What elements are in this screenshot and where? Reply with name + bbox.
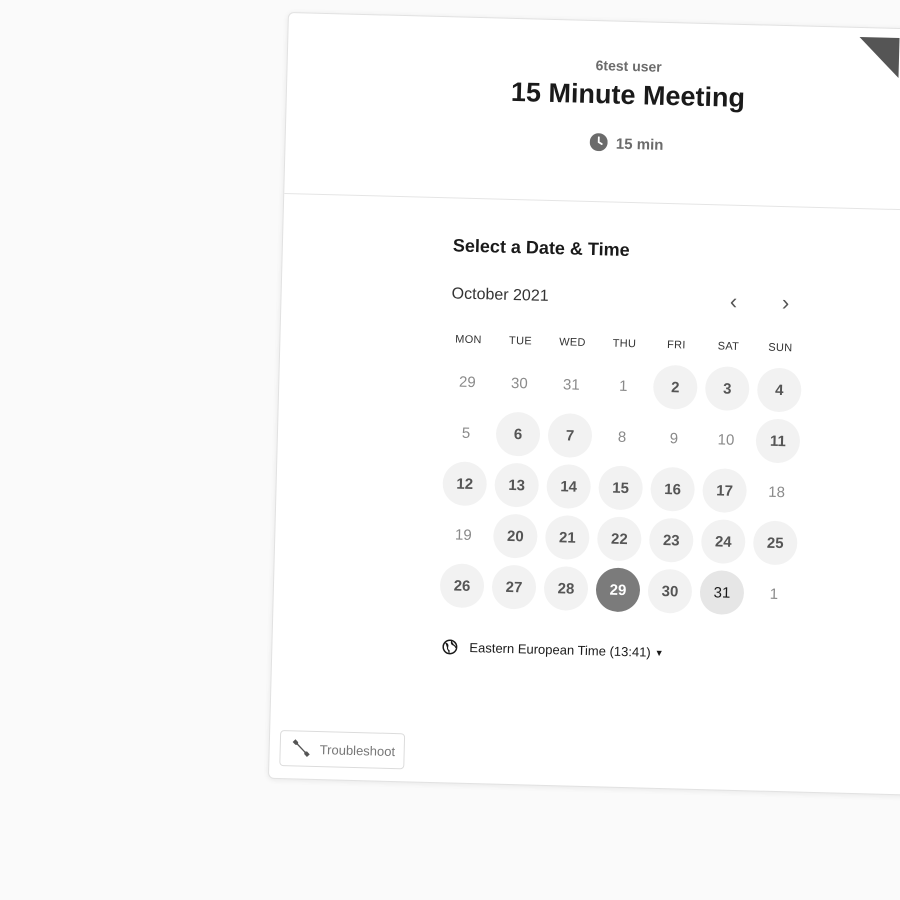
calendar-grid: 29 30 31 1 2 3 4 5 6 7 8 9 10 11 12 13 14 15 16 17 18 19 20 21 2… xyxy=(435,359,806,623)
unavailable-day: 19 xyxy=(454,526,472,544)
calendar-cell: 28 xyxy=(539,565,592,618)
calendar-cell: 3 xyxy=(701,366,754,418)
calendar-cell: 19 xyxy=(437,512,490,564)
available-day[interactable]: 23 xyxy=(648,517,694,563)
available-day[interactable]: 21 xyxy=(544,514,590,561)
calendar-cell: 9 xyxy=(647,416,700,468)
clock-icon xyxy=(589,133,608,152)
prev-month-button[interactable]: ‹ xyxy=(718,286,749,317)
weekday-label: SAT xyxy=(717,340,740,353)
available-day[interactable]: 22 xyxy=(596,516,642,562)
unavailable-day: 30 xyxy=(510,374,528,392)
weekday-header: MON TUE WED THU FRI SAT SUN xyxy=(442,333,806,355)
unavailable-day: 29 xyxy=(458,373,476,391)
weekday-label: FRI xyxy=(666,339,686,352)
available-day[interactable]: 30 xyxy=(647,568,693,614)
duration-label: 15 min xyxy=(615,135,664,154)
calendar-cell: 24 xyxy=(697,519,750,571)
next-month-button[interactable]: › xyxy=(770,288,801,319)
calendar-cell: 22 xyxy=(593,516,646,568)
calendar-cell: 20 xyxy=(489,513,542,565)
calendar-cell: 31 xyxy=(545,362,598,414)
calendar-cell: 30 xyxy=(643,568,696,621)
calendar-cell: 17 xyxy=(698,468,751,520)
calendar-cell: 10 xyxy=(699,417,752,469)
wrench-icon xyxy=(292,739,310,758)
available-day[interactable]: 28 xyxy=(543,565,589,612)
calendar-cell: 1 xyxy=(747,571,800,623)
available-day[interactable]: 20 xyxy=(492,513,538,559)
available-day[interactable]: 27 xyxy=(491,564,537,610)
unavailable-day: 31 xyxy=(562,375,580,394)
available-day[interactable]: 3 xyxy=(704,366,750,412)
unavailable-day: 1 xyxy=(618,377,628,395)
selected-day[interactable]: 29 xyxy=(595,567,641,613)
weekday-label: THU xyxy=(612,337,637,351)
available-day[interactable]: 16 xyxy=(650,466,696,512)
timezone-label: Eastern European Time (13:41) xyxy=(469,639,651,660)
troubleshoot-label: Troubleshoot xyxy=(319,741,396,759)
calendar-cell: 23 xyxy=(645,517,698,570)
chevron-down-icon: ▼ xyxy=(654,647,664,658)
event-header: 6test user 15 Minute Meeting 15 min xyxy=(284,13,900,212)
calendar-cell: 31 xyxy=(695,569,748,622)
weekday-label: SUN xyxy=(768,341,793,355)
unavailable-day: 10 xyxy=(717,430,735,449)
unavailable-day: 5 xyxy=(461,424,471,442)
calendar-cell: 29 xyxy=(441,359,494,411)
weekday-label: MON xyxy=(455,333,482,347)
available-day[interactable]: 4 xyxy=(756,367,802,413)
calendar-cell: 30 xyxy=(493,361,546,413)
calendar-cell: 5 xyxy=(439,410,492,462)
calendar-cell: 4 xyxy=(753,367,806,419)
weekday-label: TUE xyxy=(508,334,533,348)
unavailable-day: 8 xyxy=(617,428,627,446)
month-label: October 2021 xyxy=(451,285,549,305)
calendar-cell: 29 xyxy=(591,567,644,619)
unavailable-day: 18 xyxy=(768,483,786,501)
available-day[interactable]: 6 xyxy=(495,411,541,457)
available-day[interactable]: 25 xyxy=(752,520,798,566)
available-day[interactable]: 24 xyxy=(700,519,746,565)
available-day[interactable]: 26 xyxy=(439,563,485,609)
calendar-cell: 12 xyxy=(438,461,491,513)
calendar-cell: 21 xyxy=(541,514,594,567)
section-title: Select a Date & Time xyxy=(452,235,630,261)
unavailable-day: 9 xyxy=(669,429,679,447)
calendar-cell: 11 xyxy=(751,418,804,470)
event-duration: 15 min xyxy=(286,125,900,162)
calendar-cell: 6 xyxy=(491,411,544,463)
calendar-cell: 16 xyxy=(646,466,699,519)
timezone-selector[interactable]: Eastern European Time (13:41) ▼ xyxy=(442,639,664,660)
available-day[interactable]: 14 xyxy=(546,463,592,510)
calendar-cell: 7 xyxy=(543,412,596,465)
available-day[interactable]: 13 xyxy=(494,462,540,508)
troubleshoot-button[interactable]: Troubleshoot xyxy=(279,730,406,770)
available-day[interactable]: 31 xyxy=(699,569,745,616)
available-day[interactable]: 2 xyxy=(652,364,698,410)
globe-icon xyxy=(442,639,458,655)
calendar-cell: 8 xyxy=(595,414,648,466)
weekday-label: WED xyxy=(558,336,586,349)
calendar-cell: 13 xyxy=(490,462,543,514)
unavailable-day: 1 xyxy=(769,585,779,603)
calendar-cell: 25 xyxy=(749,520,802,572)
booking-card: 6test user 15 Minute Meeting 15 min Sele… xyxy=(267,12,900,797)
calendar-cell: 1 xyxy=(597,363,650,415)
calendar-cell: 14 xyxy=(542,463,595,516)
calendar-cell: 2 xyxy=(649,364,702,417)
calendar-cell: 15 xyxy=(594,465,647,517)
available-day[interactable]: 15 xyxy=(598,465,644,511)
available-day[interactable]: 7 xyxy=(547,412,593,459)
calendar-cell: 26 xyxy=(435,563,488,615)
available-day[interactable]: 17 xyxy=(702,468,748,514)
calendar-cell: 18 xyxy=(750,469,803,521)
calendar-cell: 27 xyxy=(487,564,540,616)
available-day[interactable]: 11 xyxy=(755,418,801,464)
available-day[interactable]: 12 xyxy=(442,461,488,507)
